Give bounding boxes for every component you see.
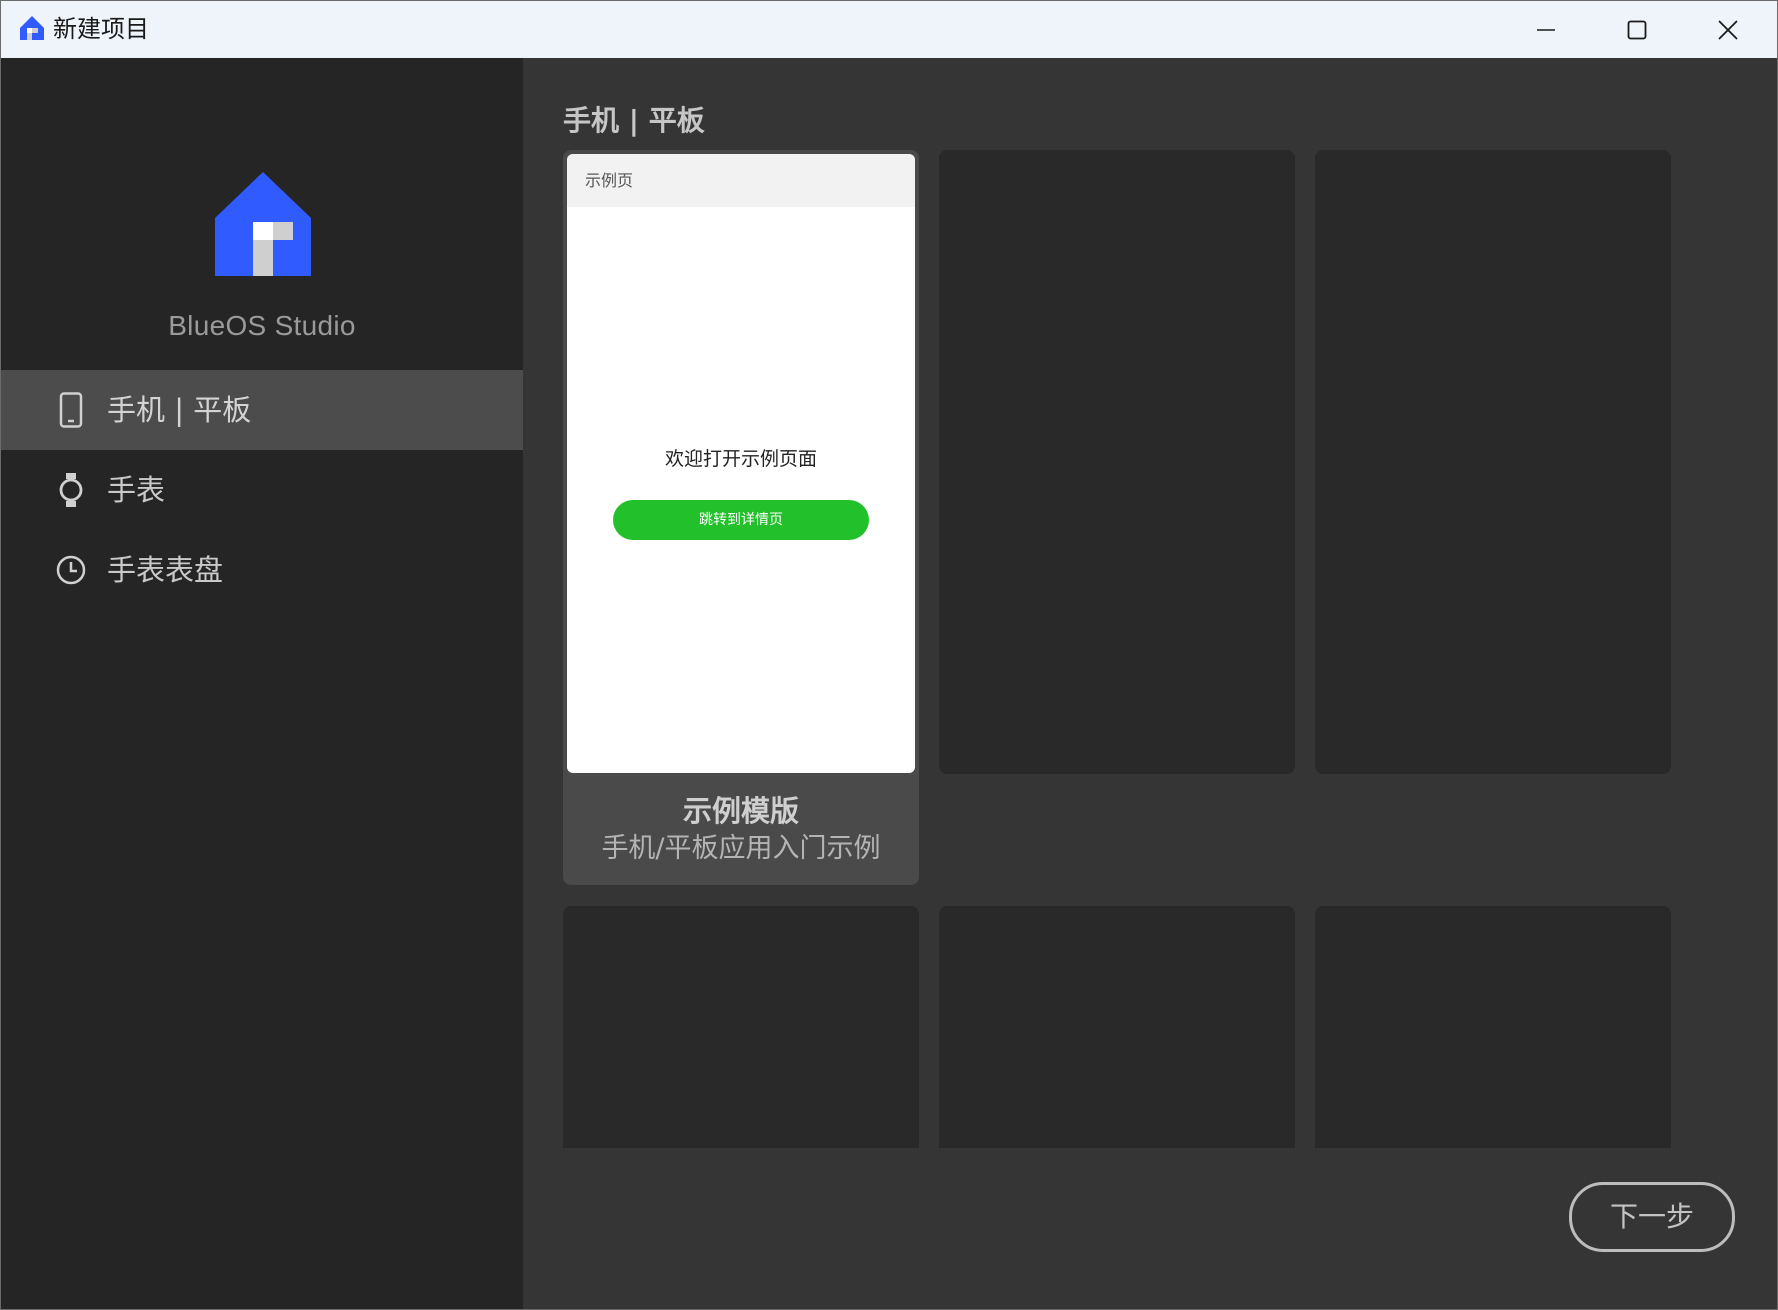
sidebar: BlueOS Studio 手机 | 平板 手表 手表表盘 bbox=[1, 58, 523, 1309]
template-card-placeholder bbox=[939, 906, 1295, 1148]
template-card-placeholder bbox=[1315, 906, 1671, 1148]
preview-header-title: 示例页 bbox=[585, 171, 634, 190]
template-card-placeholder bbox=[1315, 150, 1671, 774]
phone-icon bbox=[59, 392, 83, 428]
minimize-icon bbox=[1537, 28, 1555, 31]
new-project-window: 新建项目 BlueOS Studio 手机 | 平板 手表 手表表盘 手机 | … bbox=[0, 0, 1778, 1310]
preview-header: 示例页 bbox=[567, 154, 915, 207]
sidebar-item-watch[interactable]: 手表 bbox=[1, 450, 523, 530]
close-button[interactable] bbox=[1683, 1, 1773, 58]
sidebar-item-watch-face[interactable]: 手表表盘 bbox=[1, 530, 523, 610]
template-card-placeholder bbox=[563, 906, 919, 1148]
template-card-example[interactable]: 示例页 欢迎打开示例页面 跳转到详情页 示例模版 手机/平板应用入门示例 bbox=[563, 150, 919, 885]
template-preview: 示例页 欢迎打开示例页面 跳转到详情页 bbox=[567, 154, 915, 773]
template-description: 手机/平板应用入门示例 bbox=[601, 833, 881, 864]
blueos-logo bbox=[215, 172, 311, 276]
section-title: 手机 | 平板 bbox=[563, 104, 705, 137]
preview-welcome-text: 欢迎打开示例页面 bbox=[664, 448, 817, 470]
blueos-house-icon bbox=[20, 16, 44, 40]
minimize-button[interactable] bbox=[1501, 1, 1591, 58]
preview-detail-button: 跳转到详情页 bbox=[613, 500, 869, 540]
main-panel: 手机 | 平板 示例页 欢迎打开示例页面 跳转到详情页 示例模版 手机/平板应用… bbox=[523, 58, 1777, 1309]
maximize-icon bbox=[1627, 20, 1647, 39]
template-card-placeholder bbox=[939, 150, 1295, 774]
sidebar-item-label: 手表表盘 bbox=[107, 553, 224, 587]
clock-icon bbox=[56, 555, 86, 585]
watch-icon bbox=[59, 473, 83, 507]
next-step-button[interactable]: 下一步 bbox=[1569, 1182, 1735, 1252]
sidebar-item-label: 手机 | 平板 bbox=[107, 393, 252, 427]
maximize-button[interactable] bbox=[1592, 1, 1682, 58]
window-title: 新建项目 bbox=[53, 15, 149, 43]
close-icon bbox=[1718, 19, 1738, 40]
sidebar-item-label: 手表 bbox=[107, 473, 166, 507]
brand-name: BlueOS Studio bbox=[168, 310, 356, 341]
title-bar[interactable]: 新建项目 bbox=[1, 1, 1777, 58]
template-title: 示例模版 bbox=[682, 794, 799, 828]
sidebar-item-phone-tablet[interactable]: 手机 | 平板 bbox=[1, 370, 523, 450]
